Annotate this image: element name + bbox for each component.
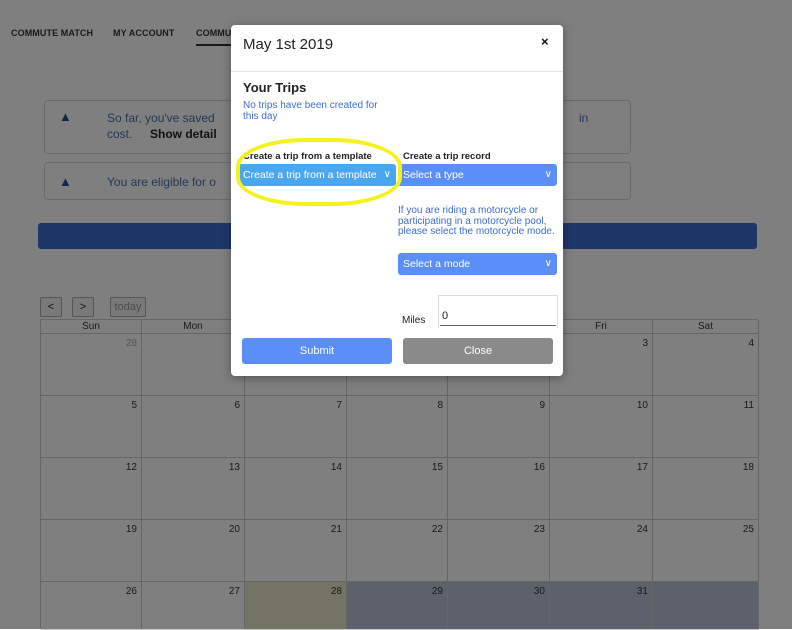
chevron-down-icon: ∨ bbox=[544, 169, 552, 180]
template-label: Create a trip from a template bbox=[243, 151, 372, 162]
motorcycle-note: If you are riding a motorcycle or partic… bbox=[398, 205, 555, 237]
trip-modal: May 1st 2019 × Your Trips No trips have … bbox=[231, 25, 563, 376]
close-icon[interactable]: × bbox=[541, 34, 549, 49]
miles-input[interactable] bbox=[440, 306, 556, 326]
close-button[interactable]: Close bbox=[403, 338, 553, 364]
your-trips-heading: Your Trips bbox=[243, 80, 307, 95]
chevron-down-icon: ∨ bbox=[383, 169, 391, 180]
trip-record-label: Create a trip record bbox=[403, 151, 491, 162]
template-select-value: Create a trip from a template bbox=[243, 169, 377, 181]
mode-select-value: Select a mode bbox=[403, 258, 471, 270]
miles-label: Miles bbox=[402, 315, 426, 326]
chevron-down-icon: ∨ bbox=[544, 258, 552, 269]
mode-select[interactable]: Select a mode ∨ bbox=[398, 253, 557, 275]
template-select[interactable]: Create a trip from a template ∨ bbox=[238, 164, 396, 186]
submit-button[interactable]: Submit bbox=[242, 338, 392, 364]
modal-divider bbox=[231, 71, 563, 72]
no-trips-message: No trips have been created for this day bbox=[243, 100, 378, 122]
modal-title: May 1st 2019 bbox=[243, 36, 334, 53]
trip-type-select-value: Select a type bbox=[403, 169, 464, 181]
trip-type-select[interactable]: Select a type ∨ bbox=[398, 164, 557, 186]
